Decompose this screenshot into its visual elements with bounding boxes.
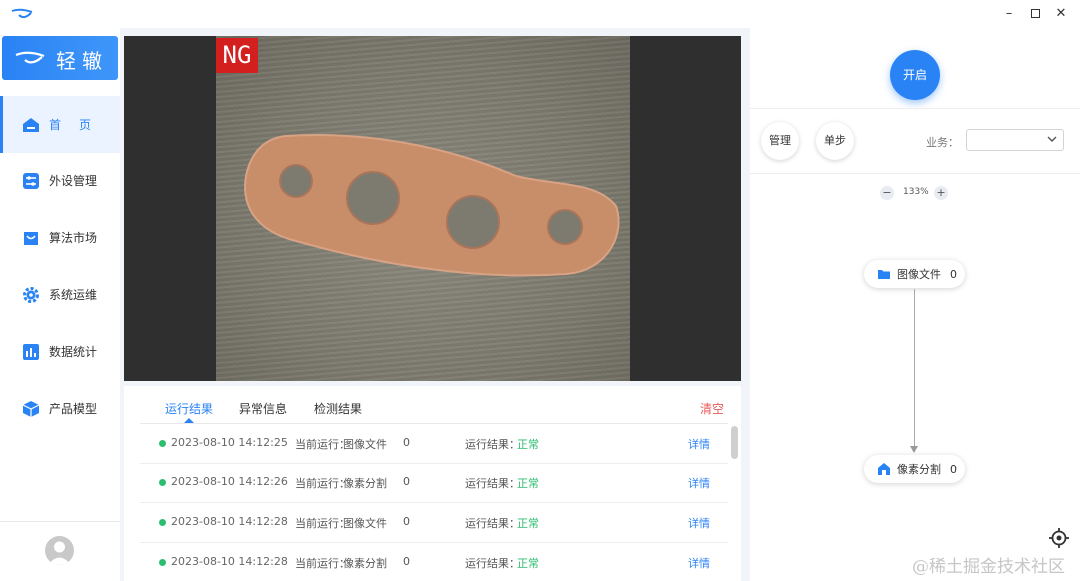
row-count: 0	[403, 475, 410, 488]
inspected-part-image	[244, 134, 620, 277]
chevron-down-icon	[1047, 136, 1057, 142]
avatar[interactable]	[45, 536, 74, 565]
node-count: 0	[950, 267, 957, 281]
segment-icon	[878, 463, 890, 475]
arrow-down-icon	[910, 446, 918, 453]
tab-run-results[interactable]: 运行结果	[165, 400, 213, 417]
row-time: 2023-08-10 14:12:28	[171, 515, 288, 528]
row-result-value: 正常	[517, 517, 539, 530]
title-bar: – ✕	[0, 0, 1080, 28]
sidebar-item-system-ops[interactable]: 系统运维	[0, 266, 120, 323]
ng-badge: NG	[216, 38, 258, 73]
brand-icon	[15, 51, 45, 64]
row-current-label: 当前运行：	[295, 477, 350, 490]
row-result-value: 正常	[517, 557, 539, 570]
results-scrollbar[interactable]	[731, 426, 738, 459]
sidebar-item-algorithm-market[interactable]: 算法市场	[0, 209, 120, 266]
sidebar-item-label: 产品模型	[49, 402, 98, 416]
row-current-value: 图像文件	[343, 517, 387, 530]
row-current-value: 像素分割	[343, 557, 387, 570]
flow-node-image-file[interactable]: 图像文件 0	[864, 260, 965, 288]
zoom-in-button[interactable]: +	[934, 186, 948, 200]
sidebar-item-label: 外设管理	[49, 174, 98, 188]
sidebar-item-label: 首页	[49, 118, 110, 132]
row-result-value: 正常	[517, 438, 539, 451]
row-time: 2023-08-10 14:12:25	[171, 436, 288, 449]
row-count: 0	[403, 515, 410, 528]
start-button[interactable]: 开启	[890, 50, 940, 100]
user-icon	[48, 541, 71, 565]
tab-exception-info[interactable]: 异常信息	[239, 400, 287, 417]
status-dot	[159, 440, 166, 447]
node-count: 0	[950, 462, 957, 476]
home-icon	[23, 117, 39, 132]
row-result-label: 运行结果：	[465, 557, 520, 570]
status-dot	[159, 479, 166, 486]
maximize-icon	[1030, 9, 1040, 18]
inspection-image: NG	[216, 36, 630, 381]
zoom-level: 133%	[903, 187, 929, 197]
single-step-button[interactable]: 单步	[816, 122, 854, 160]
sidebar-item-label: 算法市场	[49, 231, 98, 245]
detail-link[interactable]: 详情	[688, 515, 710, 531]
sidebar-item-label: 系统运维	[49, 288, 98, 302]
sidebar-item-home[interactable]: 首页	[0, 96, 120, 153]
business-select[interactable]	[966, 129, 1064, 151]
table-row: 2023-08-10 14:12:26 当前运行： 像素分割 0 运行结果： 正…	[140, 463, 728, 503]
row-result-label: 运行结果：	[465, 438, 520, 451]
brand-logo: 轻辙	[2, 36, 118, 80]
watermark: @稀土掘金技术社区	[912, 557, 1065, 577]
row-current-value: 图像文件	[343, 438, 387, 451]
row-count: 0	[403, 436, 410, 449]
locate-icon[interactable]	[1048, 527, 1070, 549]
sidebar-item-peripherals[interactable]: 外设管理	[0, 152, 120, 209]
row-time: 2023-08-10 14:12:26	[171, 475, 288, 488]
node-label: 图像文件	[897, 268, 941, 281]
table-row: 2023-08-10 14:12:28 当前运行： 图像文件 0 运行结果： 正…	[140, 503, 728, 543]
app-logo-icon	[11, 8, 33, 19]
flow-connector	[914, 289, 915, 447]
bar-chart-icon	[23, 343, 39, 360]
detail-link[interactable]: 详情	[688, 475, 710, 491]
flow-node-pixel-segmentation[interactable]: 像素分割 0	[864, 455, 965, 483]
results-panel: 运行结果 异常信息 检测结果 清空 2023-08-10 14:12:25 当前…	[124, 386, 741, 581]
sidebar-item-label: 数据统计	[49, 345, 98, 359]
cube-icon	[22, 400, 40, 417]
sidebar-item-statistics[interactable]: 数据统计	[0, 323, 120, 380]
status-dot	[159, 559, 166, 566]
brand-name: 轻辙	[56, 49, 108, 73]
sliders-icon	[23, 172, 39, 189]
business-label: 业务：	[926, 136, 959, 149]
detail-link[interactable]: 详情	[688, 555, 710, 571]
bag-icon	[24, 231, 38, 245]
clear-button[interactable]: 清空	[700, 400, 724, 417]
row-current-value: 像素分割	[343, 477, 387, 490]
close-button[interactable]: ✕	[1046, 4, 1076, 24]
gear-icon	[23, 286, 39, 303]
table-row: 2023-08-10 14:12:28 当前运行： 像素分割 0 运行结果： 正…	[140, 543, 728, 581]
row-current-label: 当前运行：	[295, 517, 350, 530]
sidebar-divider	[0, 521, 120, 522]
flow-panel: 开启 管理 单步 业务： − 133% + 图像文件 0 像素分割 0	[750, 28, 1080, 581]
zoom-out-button[interactable]: −	[880, 186, 894, 200]
row-result-label: 运行结果：	[465, 477, 520, 490]
image-viewer[interactable]: NG	[124, 36, 741, 381]
row-current-label: 当前运行：	[295, 438, 350, 451]
divider	[750, 173, 1080, 174]
sidebar-item-product-model[interactable]: 产品模型	[0, 380, 120, 437]
row-result-label: 运行结果：	[465, 517, 520, 530]
detail-link[interactable]: 详情	[688, 436, 710, 452]
row-time: 2023-08-10 14:12:28	[171, 555, 288, 568]
row-current-label: 当前运行：	[295, 557, 350, 570]
divider	[750, 108, 1080, 109]
row-result-value: 正常	[517, 477, 539, 490]
folder-icon	[878, 270, 890, 279]
manage-button[interactable]: 管理	[761, 122, 799, 160]
status-dot	[159, 519, 166, 526]
row-count: 0	[403, 555, 410, 568]
node-label: 像素分割	[897, 463, 941, 476]
table-row: 2023-08-10 14:12:25 当前运行： 图像文件 0 运行结果： 正…	[140, 424, 728, 464]
sidebar: 轻辙 首页 外设管理 算法市场 系统运维 数据统计 产品模型	[0, 28, 120, 581]
tab-detection-results[interactable]: 检测结果	[314, 400, 362, 417]
